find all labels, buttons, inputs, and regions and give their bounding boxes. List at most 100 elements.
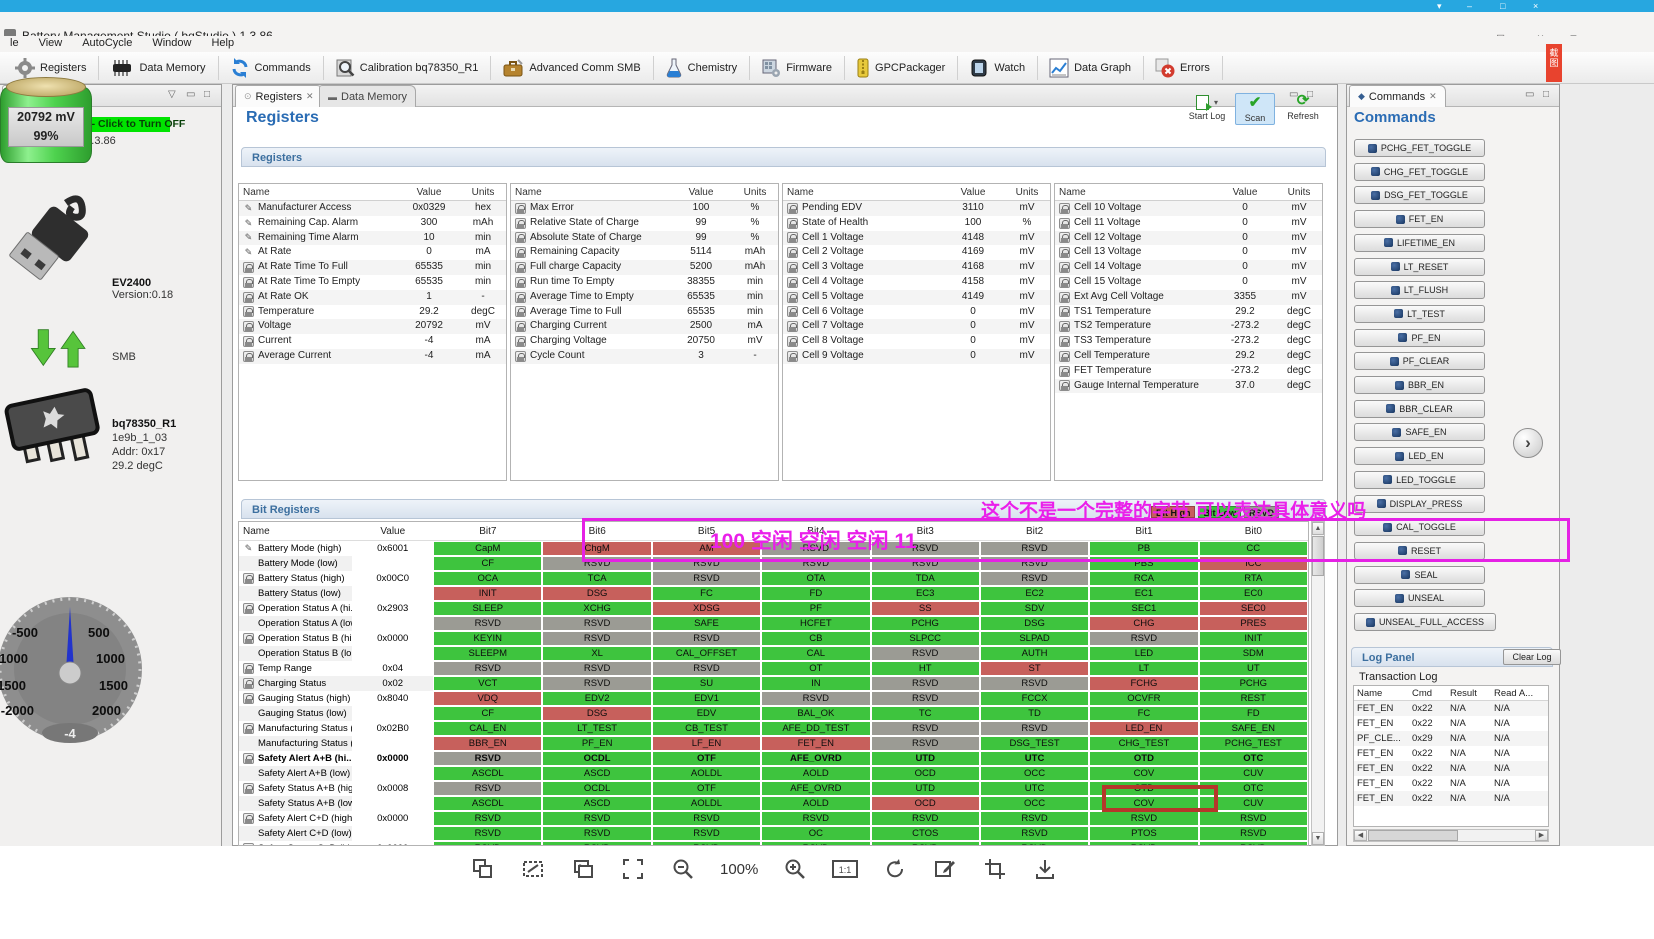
bit-cell-rsvd[interactable]: RSVD	[871, 722, 979, 735]
command-button-dsg_fet_toggle[interactable]: DSG_FET_TOGGLE	[1354, 186, 1485, 205]
scroll-right-icon[interactable]: ▶	[1535, 830, 1548, 841]
bit-cell-pf_en[interactable]: PF_EN	[543, 737, 651, 750]
bit-table-scrollbar[interactable]: ▲ ▼	[1311, 521, 1325, 846]
bit-cell-pchg_test[interactable]: PCHG_TEST	[1199, 737, 1307, 750]
bit-cell-ec1[interactable]: EC1	[1090, 587, 1198, 600]
command-button-unseal[interactable]: UNSEAL	[1354, 589, 1485, 608]
bit-cell-sec0[interactable]: SEC0	[1199, 602, 1307, 615]
command-button-led_en[interactable]: LED_EN	[1354, 447, 1485, 466]
bit-register-row[interactable]: Temp Range 0x04 RSVD RSVD RSVD OT HT ST LT UT	[239, 661, 1308, 676]
bit-cell-auth[interactable]: AUTH	[980, 647, 1089, 660]
menu-item-window[interactable]: Window	[142, 36, 201, 49]
command-button-fet_en[interactable]: FET_EN	[1354, 210, 1485, 229]
bit-register-row[interactable]: Safety Alert C+D (high) 0x0000 RSVD RSVD RSV…	[239, 811, 1308, 826]
scan-toggle-button[interactable]: ✔ Scan	[1235, 93, 1275, 125]
bit-cell-rsvd[interactable]: RSVD	[980, 722, 1089, 735]
screenshot-icon[interactable]	[520, 856, 546, 882]
zoom-level[interactable]: 100%	[720, 861, 758, 878]
command-button-led_toggle[interactable]: LED_TOGGLE	[1354, 470, 1485, 489]
table-row[interactable]: Cell 15 Voltage 0 mV	[1055, 275, 1322, 290]
table-row[interactable]: Cell 13 Voltage 0 mV	[1055, 245, 1322, 260]
bit-cell-rsvd[interactable]: RSVD	[434, 812, 542, 825]
expand-panel-button[interactable]: ›	[1513, 428, 1543, 458]
bit-cell-xchg[interactable]: XCHG	[543, 602, 651, 615]
command-button-bbr_en[interactable]: BBR_EN	[1354, 376, 1485, 394]
bit-register-row[interactable]: Battery Status (low) INIT DSG FC FD EC3 EC2 EC1…	[239, 586, 1308, 601]
bit-cell-aold[interactable]: AOLD	[762, 767, 870, 780]
maximize-icon[interactable]: □	[1500, 0, 1505, 12]
bit-cell-ascd[interactable]: ASCD	[543, 797, 651, 810]
bit-cell-rsvd[interactable]: RSVD	[543, 617, 651, 630]
bit-cell-rsvd[interactable]: RSVD	[1090, 632, 1198, 645]
bit-cell-lf_en[interactable]: LF_EN	[652, 737, 761, 750]
table-row[interactable]: Voltage 20792 mV	[239, 319, 506, 335]
fit-screen-icon[interactable]	[620, 856, 646, 882]
toolbar-calibration-bq78350-r1[interactable]: Calibration bq78350_R1	[326, 54, 489, 82]
bit-cell-ut[interactable]: UT	[1199, 662, 1307, 675]
bit-cell-rca[interactable]: RCA	[1090, 572, 1198, 585]
bit-cell-lt[interactable]: LT	[1090, 662, 1198, 675]
bit-cell-sleepm[interactable]: SLEEPM	[434, 647, 542, 660]
table-row[interactable]: Cell 3 Voltage 4168 mV	[783, 260, 1050, 275]
bit-cell-ec0[interactable]: EC0	[1199, 587, 1307, 600]
table-row[interactable]: Current -4 mA	[239, 334, 506, 349]
edit-icon[interactable]	[932, 856, 958, 882]
command-button-seal[interactable]: SEAL	[1354, 565, 1485, 584]
column-header-value[interactable]: Value	[352, 522, 433, 540]
column-header-name[interactable]: Name	[239, 522, 352, 540]
bit-cell-rsvd[interactable]: RSVD	[871, 647, 979, 660]
bit-cell-in[interactable]: IN	[762, 677, 870, 690]
dropdown-arrow-icon[interactable]: ▾	[1214, 98, 1218, 107]
bit-cell-vdq[interactable]: VDQ	[434, 692, 542, 705]
bit-cell-rsvd[interactable]: RSVD	[1090, 812, 1198, 825]
bit-cell-rsvd[interactable]: RSVD	[980, 572, 1089, 585]
toolbar-chemistry[interactable]: Chemistry	[656, 54, 748, 82]
bit-cell-dsg[interactable]: DSG	[980, 617, 1089, 630]
bit-cell-cf[interactable]: CF	[434, 707, 542, 720]
table-row[interactable]: Max Error 100%	[511, 201, 778, 216]
usb-adapter-icon[interactable]	[6, 195, 106, 290]
log-column-0[interactable]: Name	[1354, 686, 1412, 700]
bit-cell-aoldl[interactable]: AOLDL	[652, 797, 761, 810]
start-log-button[interactable]: ▾ Start Log	[1187, 93, 1227, 121]
bit-cell-ascdl[interactable]: ASCDL	[434, 797, 542, 810]
bit-cell-ec3[interactable]: EC3	[871, 587, 979, 600]
table-row[interactable]: Average Current -4 mA	[239, 348, 506, 364]
bit-cell-utc[interactable]: UTC	[980, 752, 1089, 765]
bit-cell-ocdl[interactable]: OCDL	[543, 752, 651, 765]
bit-cell-pchg[interactable]: PCHG	[871, 617, 979, 630]
bit-cell-td[interactable]: TD	[980, 707, 1089, 720]
table-row[interactable]: Remaining Capacity 5114 mAh	[511, 245, 778, 260]
command-button-unseal_full_access[interactable]: UNSEAL_FULL_ACCESS	[1354, 613, 1496, 631]
bit-cell-fd[interactable]: FD	[1199, 707, 1307, 720]
bit-cell-bal_ok[interactable]: BAL_OK	[762, 707, 870, 720]
chevron-down-icon[interactable]: ▾	[1437, 0, 1442, 12]
tab-commands[interactable]: ◆ Commands ✕	[1349, 85, 1446, 107]
bit-cell-tc[interactable]: TC	[871, 707, 979, 720]
table-row[interactable]: ✎ At Rate 0 mA	[239, 245, 506, 260]
bit-cell-ec2[interactable]: EC2	[980, 587, 1089, 600]
log-column-1[interactable]: Cmd	[1412, 686, 1450, 700]
bit-cell-cf[interactable]: CF	[434, 557, 542, 570]
bit-cell-rsvd[interactable]: RSVD	[652, 812, 761, 825]
bit-cell-rsvd[interactable]: RSVD	[434, 752, 542, 765]
bit-cell-otd[interactable]: OTD	[1090, 752, 1198, 765]
log-row[interactable]: FET_EN 0x22 N/A N/A	[1354, 791, 1548, 806]
column-header-name[interactable]: Name	[511, 184, 670, 200]
close-tab-icon[interactable]: ✕	[306, 91, 314, 102]
menu-item-autocycle[interactable]: AutoCycle	[72, 36, 142, 49]
table-row[interactable]: FET Temperature -273.2 degC	[1055, 364, 1322, 379]
bit-cell-safe_en[interactable]: SAFE_EN	[1199, 722, 1307, 735]
bit-cell-su[interactable]: SU	[652, 677, 761, 690]
table-row[interactable]: Ext Avg Cell Voltage 3355 mV	[1055, 289, 1322, 305]
close-icon[interactable]: ×	[1533, 0, 1538, 12]
table-row[interactable]: Cell 9 Voltage 0 mV	[783, 348, 1050, 364]
bit-cell-rsvd[interactable]: RSVD	[1199, 812, 1307, 825]
tile-windows-icon[interactable]	[470, 856, 496, 882]
bit-cell-fc[interactable]: FC	[652, 587, 761, 600]
table-row[interactable]: Charging Voltage 20750 mV	[511, 334, 778, 349]
bit-cell-tca[interactable]: TCA	[543, 572, 651, 585]
column-header-name[interactable]: Name	[783, 184, 942, 200]
bit-cell-ot[interactable]: OT	[762, 662, 870, 675]
scroll-down-icon[interactable]: ▼	[1312, 832, 1324, 845]
